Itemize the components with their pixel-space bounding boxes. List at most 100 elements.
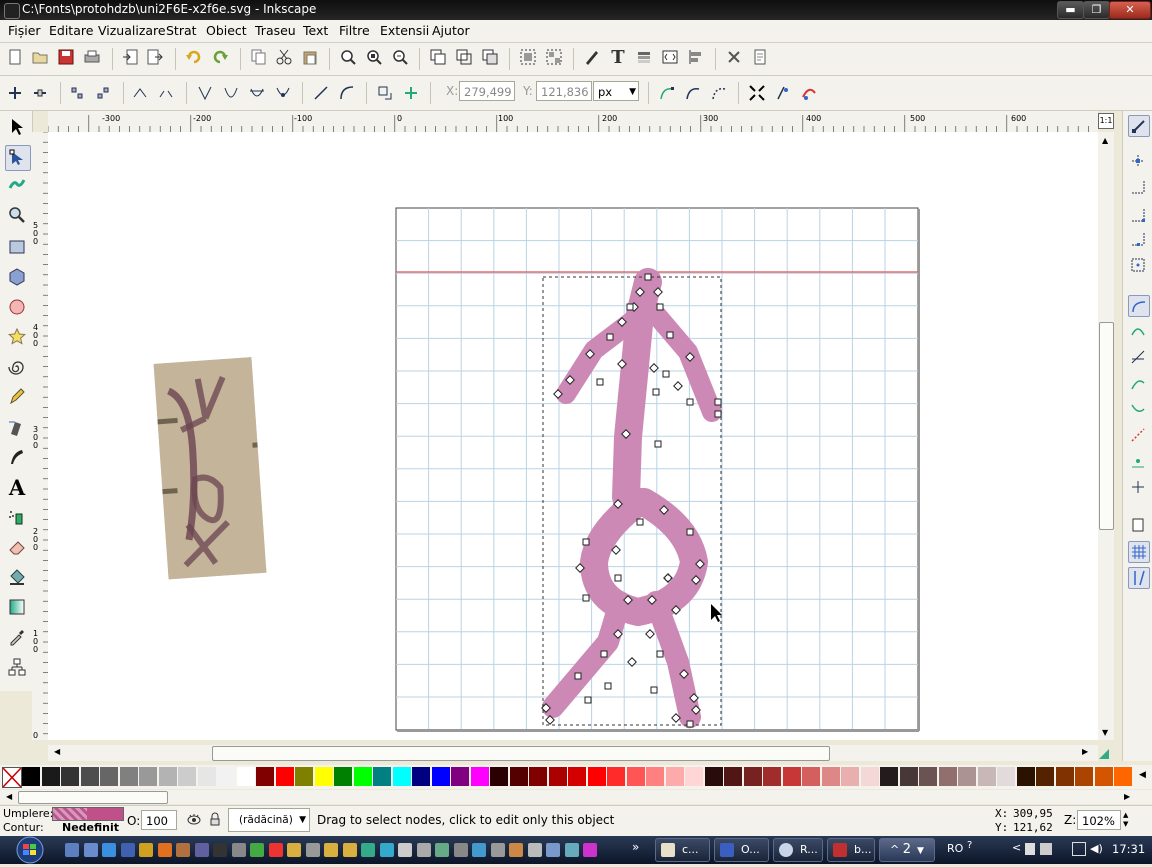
color-swatch[interactable] [353, 767, 372, 786]
tray-expand-icon[interactable]: < [1012, 841, 1021, 854]
app-icon[interactable] [509, 843, 523, 857]
hide-layer-icon[interactable] [186, 811, 202, 827]
snap-guides-icon[interactable] [1128, 567, 1150, 589]
menu-layer[interactable]: Strat [166, 23, 197, 38]
snap-enable-icon[interactable] [1128, 115, 1150, 137]
save-disk-icon[interactable] [120, 843, 135, 857]
zoom-1to1-button[interactable]: 1:1 [1098, 113, 1114, 129]
snap-cusp-nodes-icon[interactable] [1128, 373, 1148, 393]
path-node[interactable] [582, 538, 590, 546]
color-swatch[interactable] [119, 767, 138, 786]
video-icon[interactable] [139, 843, 153, 857]
purple-icon[interactable] [583, 843, 597, 857]
no-paint-swatch[interactable] [2, 767, 22, 788]
palette-scrollbar[interactable]: ◀ ▶ [0, 790, 1152, 804]
path-node[interactable] [652, 388, 660, 396]
stroke-value[interactable]: Nedefinit [62, 821, 119, 834]
color-swatch[interactable] [529, 767, 547, 786]
task-button[interactable]: c... [655, 838, 710, 862]
tray-app-icon[interactable] [1025, 843, 1035, 855]
node-smooth-icon[interactable] [222, 84, 240, 102]
pen-tool-icon[interactable] [5, 415, 29, 439]
cmd-icon[interactable] [213, 843, 227, 857]
app-icon[interactable] [435, 843, 449, 857]
cut-icon[interactable] [275, 48, 293, 66]
palette-menu-icon[interactable]: ◀ [1139, 770, 1146, 780]
drawing-canvas[interactable] [48, 132, 1098, 740]
menu-filters[interactable]: Filtre [339, 23, 370, 38]
chrome-icon[interactable] [268, 843, 283, 857]
color-swatch[interactable] [743, 767, 762, 786]
path-node[interactable] [686, 398, 694, 406]
task-button[interactable]: R... [773, 838, 823, 862]
color-swatch[interactable] [821, 767, 840, 786]
color-swatch[interactable] [899, 767, 918, 786]
menu-view[interactable]: Vizualizare [98, 23, 166, 38]
tray-help-icon[interactable]: ? [967, 840, 987, 860]
paint-bucket-tool-icon[interactable] [5, 565, 29, 589]
opacity-field[interactable]: 100 [141, 810, 177, 830]
path-node[interactable] [626, 303, 634, 311]
vertical-scrollbar[interactable]: ▲ ▼ [1098, 132, 1114, 740]
path-node[interactable] [636, 518, 644, 526]
snap-bbox-edge-icon[interactable] [1128, 177, 1148, 197]
color-swatch[interactable] [314, 767, 333, 786]
color-swatch[interactable] [490, 767, 508, 786]
snap-bbox-midpoint-icon[interactable] [1128, 229, 1148, 249]
connector-tool-icon[interactable] [5, 655, 29, 679]
snap-smooth-nodes-icon[interactable] [1128, 399, 1148, 419]
quicklaunch-more-icon[interactable]: » [632, 840, 639, 854]
ungroup-icon[interactable] [545, 48, 563, 66]
star-tool-icon[interactable] [5, 325, 29, 349]
document-properties-icon[interactable] [751, 48, 769, 66]
xml-editor-icon[interactable] [661, 48, 679, 66]
color-swatch[interactable] [568, 767, 586, 786]
color-swatch[interactable] [997, 767, 1015, 786]
color-swatch[interactable] [958, 767, 976, 786]
x-coordinate-field[interactable]: 279,499 [459, 81, 515, 101]
unit-select[interactable]: px ▼ [593, 81, 639, 101]
color-swatch[interactable] [139, 767, 157, 786]
clip-edit-icon[interactable] [800, 84, 818, 102]
color-swatch[interactable] [256, 767, 274, 786]
menu-extensions[interactable]: Extensii [380, 23, 429, 38]
color-swatch[interactable] [685, 767, 703, 786]
path-node[interactable] [656, 650, 664, 658]
calculator-icon[interactable] [527, 843, 542, 857]
path-node[interactable] [686, 528, 694, 536]
color-swatch[interactable] [334, 767, 352, 786]
menu-path[interactable]: Traseu [255, 23, 296, 38]
zoom-selection-icon[interactable] [339, 48, 357, 66]
color-swatch[interactable] [295, 767, 313, 786]
path-node[interactable] [582, 594, 590, 602]
php-icon[interactable] [194, 843, 209, 857]
menu-object[interactable]: Obiect [206, 23, 247, 38]
color-swatch[interactable] [451, 767, 469, 786]
redo-icon[interactable] [211, 48, 229, 66]
scroll-left-icon[interactable]: ◀ [54, 747, 60, 756]
snap-bbox-icon[interactable] [1128, 151, 1148, 171]
path-node[interactable] [644, 273, 652, 281]
folder-icon[interactable] [287, 843, 301, 857]
color-swatch[interactable] [665, 767, 684, 786]
path-node[interactable] [686, 720, 694, 728]
stroke-to-path-icon[interactable] [402, 84, 420, 102]
color-swatch[interactable] [1114, 767, 1132, 786]
folder-icon[interactable] [342, 843, 357, 857]
join-nodes-icon[interactable] [68, 84, 86, 102]
task-button[interactable]: b... [827, 838, 875, 862]
segment-curve-icon[interactable] [338, 84, 356, 102]
scroll-up-icon[interactable]: ▲ [1102, 136, 1108, 145]
start-button[interactable] [10, 836, 50, 864]
calendar-icon[interactable] [231, 843, 246, 857]
snap-grid-icon[interactable] [1128, 541, 1150, 563]
node-tool-icon[interactable] [5, 145, 31, 171]
color-swatch[interactable] [977, 767, 996, 786]
show-outline-icon[interactable] [684, 84, 702, 102]
color-swatch[interactable] [919, 767, 937, 786]
reference-photo[interactable] [153, 357, 267, 580]
layer-select[interactable]: (rădăcină) ▼ [228, 808, 310, 832]
path-node[interactable] [614, 574, 622, 582]
delete-node-icon[interactable] [31, 84, 49, 102]
undo-icon[interactable] [185, 48, 203, 66]
